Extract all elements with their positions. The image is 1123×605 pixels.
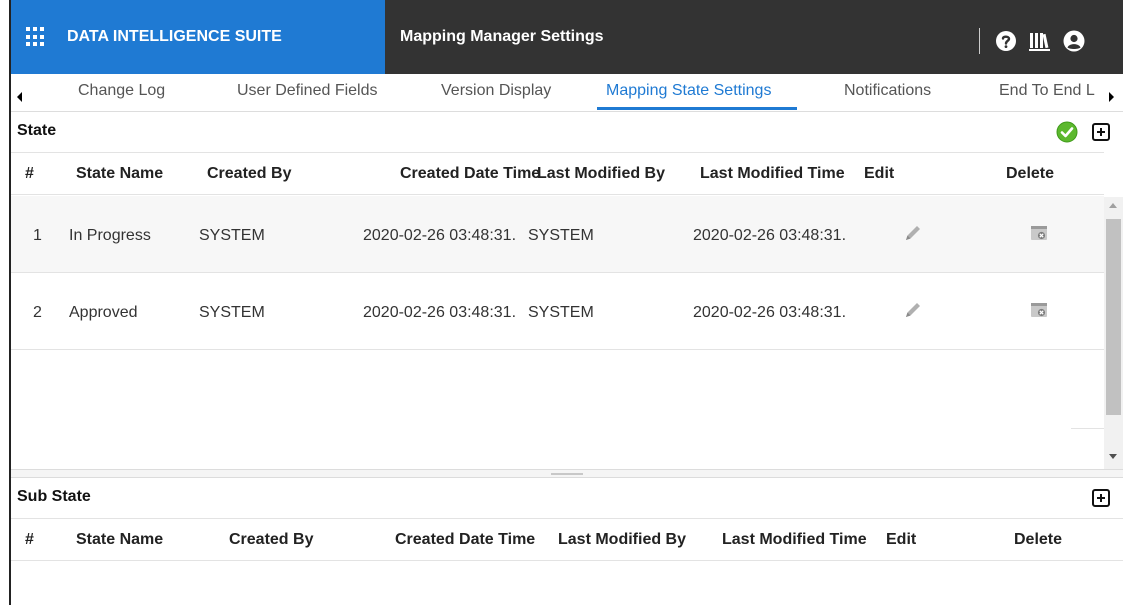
col-state-name[interactable]: State Name [76,165,163,183]
row-number: 2 [33,304,42,321]
col-created-by[interactable]: Created By [207,165,291,183]
state-section-title: State [17,122,57,139]
topbar-divider [979,28,980,54]
col-number[interactable]: # [25,165,34,183]
table-row[interactable]: 1 In Progress SYSTEM 2020-02-26 03:48:31… [11,196,1104,273]
tab-version-display[interactable]: Version Display [441,82,551,100]
brand-area[interactable]: DATA INTELLIGENCE SUITE [11,0,385,74]
col-last-modified-time[interactable]: Last Modified Time [722,531,867,549]
splitter-grip[interactable] [551,473,583,475]
col-created-by[interactable]: Created By [229,531,313,549]
col-number[interactable]: # [25,531,34,549]
tab-notifications[interactable]: Notifications [844,82,931,100]
library-icon[interactable] [1029,30,1051,52]
left-window-edge [0,0,11,605]
col-state-name[interactable]: State Name [76,531,163,549]
state-grid-scrollbar[interactable] [1104,197,1123,469]
edit-pencil-icon[interactable] [903,300,923,320]
delete-icon[interactable] [1030,224,1048,242]
created-by-cell: SYSTEM [199,304,265,321]
save-check-icon[interactable] [1056,121,1078,143]
settings-tabs: Change Log User Defined Fields Version D… [11,74,1123,112]
state-name-cell: Approved [69,304,138,321]
apps-grid-icon[interactable] [26,27,46,47]
created-date-time-cell: 2020-02-26 03:48:31. [363,304,517,321]
tab-scroll-right-icon[interactable] [1109,92,1114,102]
row-number: 1 [33,227,42,244]
add-state-button[interactable] [1092,123,1110,141]
tab-change-log[interactable]: Change Log [78,82,165,100]
col-delete[interactable]: Delete [1006,165,1054,183]
last-modified-time-cell: 2020-02-26 03:48:31. [693,227,847,244]
scroll-thumb[interactable] [1106,219,1121,415]
app-window: DATA INTELLIGENCE SUITE Mapping Manager … [11,0,1123,605]
pane-splitter[interactable] [11,469,1123,478]
add-sub-state-button[interactable] [1092,489,1110,507]
col-last-modified-by[interactable]: Last Modified By [558,531,686,549]
last-modified-by-cell: SYSTEM [528,304,594,321]
sub-state-grid-header: # State Name Created By Created Date Tim… [11,518,1123,561]
delete-icon[interactable] [1030,301,1048,319]
active-tab-indicator [597,107,797,110]
col-edit[interactable]: Edit [864,165,894,183]
sub-state-section-header: Sub State [11,478,1123,518]
col-edit[interactable]: Edit [886,531,916,549]
col-created-date-time[interactable]: Created Date Time [400,165,540,183]
col-delete[interactable]: Delete [1014,531,1062,549]
state-section-header: State [11,112,1123,152]
created-date-time-cell: 2020-02-26 03:48:31. [363,227,517,244]
top-bar: DATA INTELLIGENCE SUITE Mapping Manager … [11,0,1123,74]
user-account-icon[interactable] [1063,30,1085,52]
tab-user-defined-fields[interactable]: User Defined Fields [237,82,378,100]
table-row[interactable]: 2 Approved SYSTEM 2020-02-26 03:48:31. S… [11,273,1104,350]
sub-state-section-title: Sub State [17,488,91,505]
edit-pencil-icon[interactable] [903,223,923,243]
brand-name: DATA INTELLIGENCE SUITE [67,28,282,45]
last-modified-time-cell: 2020-02-26 03:48:31. [693,304,847,321]
created-by-cell: SYSTEM [199,227,265,244]
col-created-date-time[interactable]: Created Date Time [395,531,535,549]
help-icon[interactable] [995,30,1017,52]
state-grid-header: # State Name Created By Created Date Tim… [11,152,1104,195]
grid-footer-line [1071,428,1104,429]
state-name-cell: In Progress [69,227,151,244]
tab-mapping-state-settings[interactable]: Mapping State Settings [606,82,771,100]
tab-end-to-end[interactable]: End To End L [999,82,1095,100]
page-title: Mapping Manager Settings [400,28,604,45]
tabs-strip: Change Log User Defined Fields Version D… [11,74,1105,112]
scroll-up-icon[interactable] [1109,203,1117,208]
scroll-down-icon[interactable] [1109,454,1117,459]
col-last-modified-by[interactable]: Last Modified By [537,165,665,183]
last-modified-by-cell: SYSTEM [528,227,594,244]
col-last-modified-time[interactable]: Last Modified Time [700,165,845,183]
